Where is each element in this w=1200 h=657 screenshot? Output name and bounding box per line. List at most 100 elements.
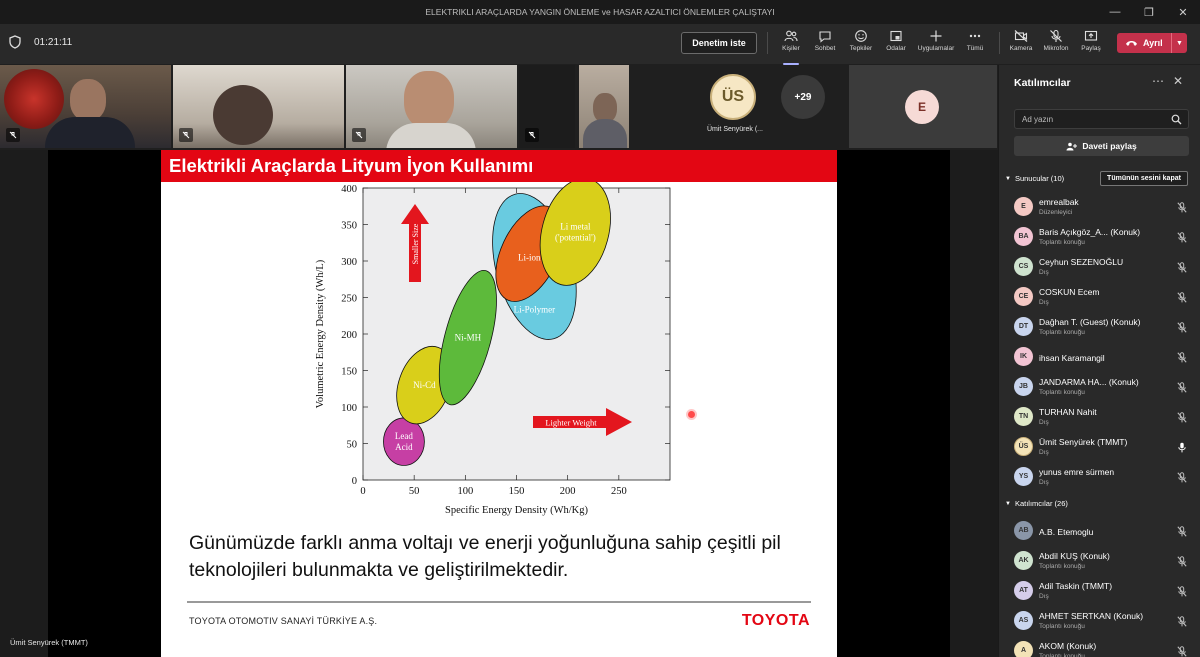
participants-panel: Katılımcılar ⋯ ✕ Ad yazın Daveti paylaş …: [998, 65, 1200, 657]
chat-button[interactable]: Sohbet: [805, 29, 845, 61]
energy-density-chart: 0 50 100 150 200 250 0 50 100 150 200 250 300 350 400 S…: [315, 182, 671, 516]
camera-off-icon: [1014, 30, 1028, 42]
region-label: Li-Polymer: [514, 304, 556, 314]
muted-mic-icon: [179, 128, 193, 142]
share-button[interactable]: Paylaş: [1071, 29, 1111, 61]
participant-row[interactable]: DT Dağhan T. (Guest) (Konuk) Toplantı konu…: [1014, 313, 1194, 341]
share-label: Paylaş: [1081, 45, 1101, 52]
leave-button[interactable]: Ayrıl ▼: [1117, 33, 1187, 53]
participant-row[interactable]: JB JANDARMA HA... (Konuk) Toplantı konuğu: [1014, 373, 1194, 401]
more-button[interactable]: Tümü: [955, 29, 995, 61]
participant-name: Ümit Senyürek (...: [706, 126, 763, 133]
more-participants-button[interactable]: +29: [781, 75, 825, 119]
participant-row[interactable]: AK Abdil KUŞ (Konuk) Toplantı konuğu: [1014, 547, 1194, 575]
meeting-toolbar: 01:21:11 Denetim iste Kişiler Sohbet Tep…: [0, 24, 1200, 65]
participant-name: emrealbak: [1039, 197, 1079, 207]
avatar: CS: [1014, 257, 1033, 276]
avatar: AS: [1014, 611, 1033, 630]
participant-row[interactable]: ÜS Ümit Senyürek (TMMT) Dış: [1014, 433, 1194, 461]
participant-row[interactable]: IK ihsan Karamangil: [1014, 343, 1194, 371]
mic-off-icon: [1050, 29, 1062, 42]
participant-row[interactable]: BA Baris Açıkgöz_A... (Konuk) Toplantı kon…: [1014, 223, 1194, 251]
participant-role: Toplantı konuğu: [1039, 329, 1085, 336]
mic-off-icon: [1177, 320, 1187, 338]
participant-row[interactable]: YS yunus emre sürmen Dış: [1014, 463, 1194, 491]
apps-button[interactable]: Uygulamalar: [916, 29, 956, 61]
leave-dropdown-chevron-icon[interactable]: ▼: [1171, 33, 1187, 53]
participant-row[interactable]: Eemrealbak Düzenleyici: [1014, 193, 1194, 221]
search-placeholder: Ad yazın: [1022, 114, 1054, 124]
restore-icon[interactable]: ❐: [1132, 0, 1166, 24]
person-body: [583, 119, 627, 148]
participant-row[interactable]: CS Ceyhun SEZENOĞLU Dış: [1014, 253, 1194, 281]
participant-video-tile[interactable]: [346, 65, 517, 148]
reactions-button[interactable]: Tepkiler: [841, 29, 881, 61]
mic-icon: [1177, 440, 1187, 458]
y-tick-label: 150: [341, 367, 357, 378]
y-tick-label: 50: [347, 440, 358, 451]
participant-video-tile[interactable]: [173, 65, 344, 148]
minimize-icon[interactable]: —: [1098, 0, 1132, 24]
participant-role: Dış: [1039, 479, 1049, 486]
panel-close-icon[interactable]: ✕: [1173, 74, 1183, 88]
participant-tile-e[interactable]: E: [849, 65, 997, 148]
participant-row[interactable]: CE COSKUN Ecem Dış: [1014, 283, 1194, 311]
y-tick-label: 100: [341, 403, 357, 414]
participant-name: yunus emre sürmen: [1039, 467, 1115, 477]
toolbar-divider: [999, 32, 1000, 54]
participant-role: Dış: [1039, 449, 1049, 456]
participant-video-tile[interactable]: [0, 65, 171, 148]
mic-off-icon: [1177, 260, 1187, 278]
region-label: ('potential'): [555, 232, 596, 242]
region-label: Acid: [395, 442, 413, 452]
participant-name: JANDARMA HA... (Konuk): [1039, 377, 1139, 387]
person-body: [45, 117, 135, 148]
microphone-label: Mikrofon: [1043, 45, 1069, 52]
share-invite-button[interactable]: Daveti paylaş: [1014, 136, 1189, 156]
microphone-button[interactable]: Mikrofon: [1036, 29, 1076, 61]
mic-off-icon: [1177, 554, 1187, 572]
emblem-image: [4, 69, 64, 129]
shield-icon: [9, 35, 21, 49]
avatar: ÜS: [710, 74, 756, 120]
person-silhouette: [213, 85, 273, 145]
participant-row[interactable]: AT Adil Taskin (TMMT) Dış: [1014, 577, 1194, 605]
slide-body-text: Günümüzde farklı anma voltajı ve enerji …: [189, 532, 781, 581]
participant-row[interactable]: AS AHMET SERTKAN (Konuk) Toplantı konuğu: [1014, 607, 1194, 635]
mute-all-button[interactable]: Tümünün sesini kapat: [1100, 171, 1188, 186]
shared-screen-stage: Elektrikli Araçlarda Lityum İyon Kullanı…: [0, 150, 998, 657]
participant-role: Dış: [1039, 269, 1049, 276]
panel-more-icon[interactable]: ⋯: [1152, 74, 1164, 88]
rooms-label: Odalar: [886, 45, 906, 52]
participant-video-tile[interactable]: [579, 65, 629, 148]
region-label: Ni-MH: [455, 333, 482, 343]
participant-row[interactable]: AB A.B. Etemoglu: [1014, 517, 1194, 545]
chat-label: Sohbet: [814, 45, 836, 52]
participant-row[interactable]: A AKOM (Konuk) Toplantı konuğu: [1014, 637, 1194, 657]
search-icon: [1171, 114, 1182, 125]
attendees-section-toggle[interactable]: ▼ Katılımcılar (26): [1005, 499, 1068, 508]
x-axis-label: Specific Energy Density (Wh/Kg): [445, 505, 588, 516]
rooms-icon: [890, 30, 902, 42]
participant-tile-us[interactable]: ÜS Ümit Senyürek (...: [690, 65, 780, 148]
presenters-section-toggle[interactable]: ▼ Sunucular (10): [1005, 174, 1064, 183]
region-label: Ni-Cd: [413, 380, 436, 390]
request-control-button[interactable]: Denetim iste: [681, 32, 757, 54]
slide-title: Elektrikli Araçlarda Lityum İyon Kullanı…: [161, 150, 837, 182]
participant-name: ihsan Karamangil: [1039, 353, 1105, 363]
mic-off-icon: [1177, 470, 1187, 488]
mic-off-icon: [1177, 200, 1187, 218]
close-window-icon[interactable]: ✕: [1166, 0, 1200, 24]
participant-video-tile[interactable]: [519, 65, 575, 148]
company-name: TOYOTA OTOMOTIV SANAYİ TÜRKİYE A.Ş.: [189, 616, 378, 626]
participant-row[interactable]: TN TURHAN Nahit Dış: [1014, 403, 1194, 431]
rooms-button[interactable]: Odalar: [876, 29, 916, 61]
search-input[interactable]: Ad yazın: [1014, 109, 1189, 129]
y-tick-label: 200: [341, 330, 357, 341]
avatar: E: [905, 90, 939, 124]
camera-button[interactable]: Kamera: [1001, 29, 1041, 61]
leave-main[interactable]: Ayrıl: [1117, 38, 1171, 48]
presenters-section-label: Sunucular (10): [1014, 174, 1065, 183]
avatar: DT: [1014, 317, 1033, 336]
chat-icon: [819, 31, 831, 43]
